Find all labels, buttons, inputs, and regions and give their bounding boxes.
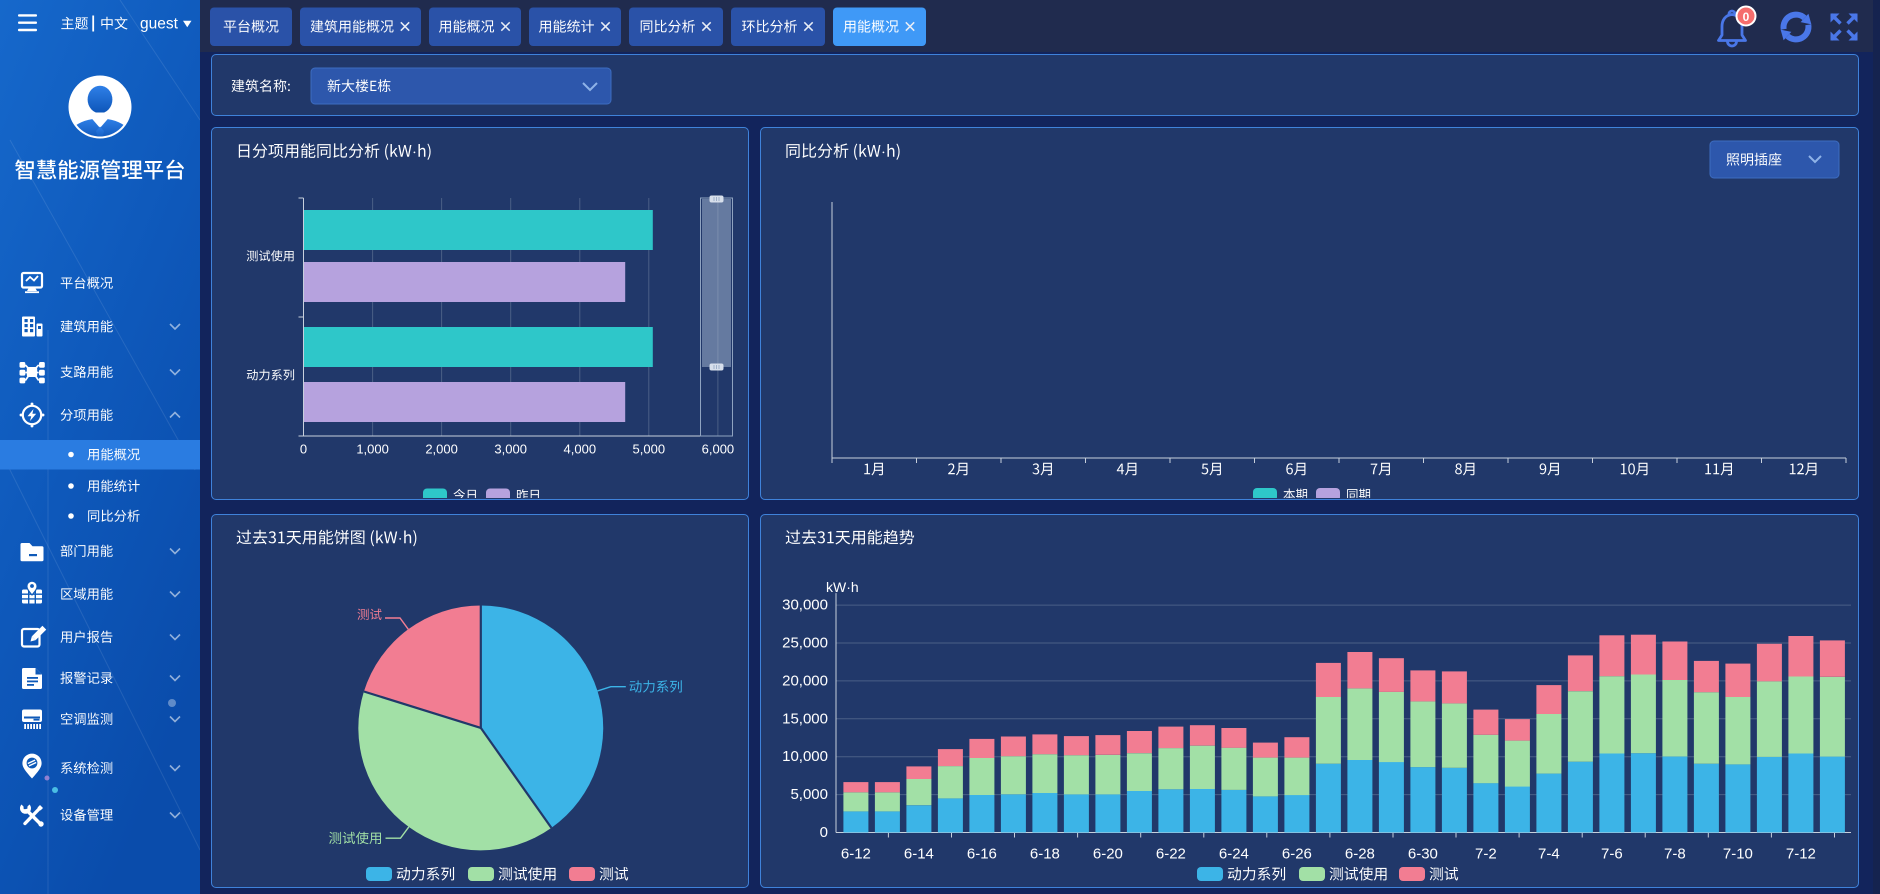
svg-text:20,000: 20,000	[782, 672, 828, 689]
svg-text:0: 0	[1743, 10, 1750, 24]
svg-text:10,000: 10,000	[782, 748, 828, 765]
svg-text:5,000: 5,000	[633, 442, 666, 457]
svg-text:1,000: 1,000	[356, 442, 389, 457]
svg-text:kW·h: kW·h	[826, 579, 859, 595]
svg-text:6-16: 6-16	[967, 846, 997, 863]
svg-text:7-12: 7-12	[1786, 846, 1816, 863]
svg-text:7-4: 7-4	[1538, 846, 1560, 863]
svg-text:6-24: 6-24	[1219, 846, 1249, 863]
svg-text:6,000: 6,000	[702, 442, 735, 457]
svg-text:30,000: 30,000	[782, 597, 828, 614]
svg-text:0: 0	[820, 824, 828, 841]
svg-text:7-10: 7-10	[1723, 846, 1753, 863]
svg-text:3,000: 3,000	[494, 442, 527, 457]
svg-text:7-2: 7-2	[1475, 846, 1497, 863]
svg-text:7-6: 7-6	[1601, 846, 1623, 863]
svg-text:0: 0	[300, 442, 307, 457]
svg-text:6-22: 6-22	[1156, 846, 1186, 863]
svg-text:6-30: 6-30	[1408, 846, 1438, 863]
svg-text:4,000: 4,000	[564, 442, 597, 457]
svg-text:7-8: 7-8	[1664, 846, 1686, 863]
svg-text:6-12: 6-12	[841, 846, 871, 863]
svg-text:5,000: 5,000	[790, 786, 828, 803]
svg-text:15,000: 15,000	[782, 710, 828, 727]
svg-text:6-20: 6-20	[1093, 846, 1123, 863]
svg-text:2,000: 2,000	[425, 442, 458, 457]
svg-text:6-18: 6-18	[1030, 846, 1060, 863]
svg-text:6-26: 6-26	[1282, 846, 1312, 863]
svg-text:guest: guest	[140, 16, 179, 33]
svg-text:25,000: 25,000	[782, 635, 828, 652]
svg-text:6-14: 6-14	[904, 846, 934, 863]
svg-text:6-28: 6-28	[1345, 846, 1375, 863]
